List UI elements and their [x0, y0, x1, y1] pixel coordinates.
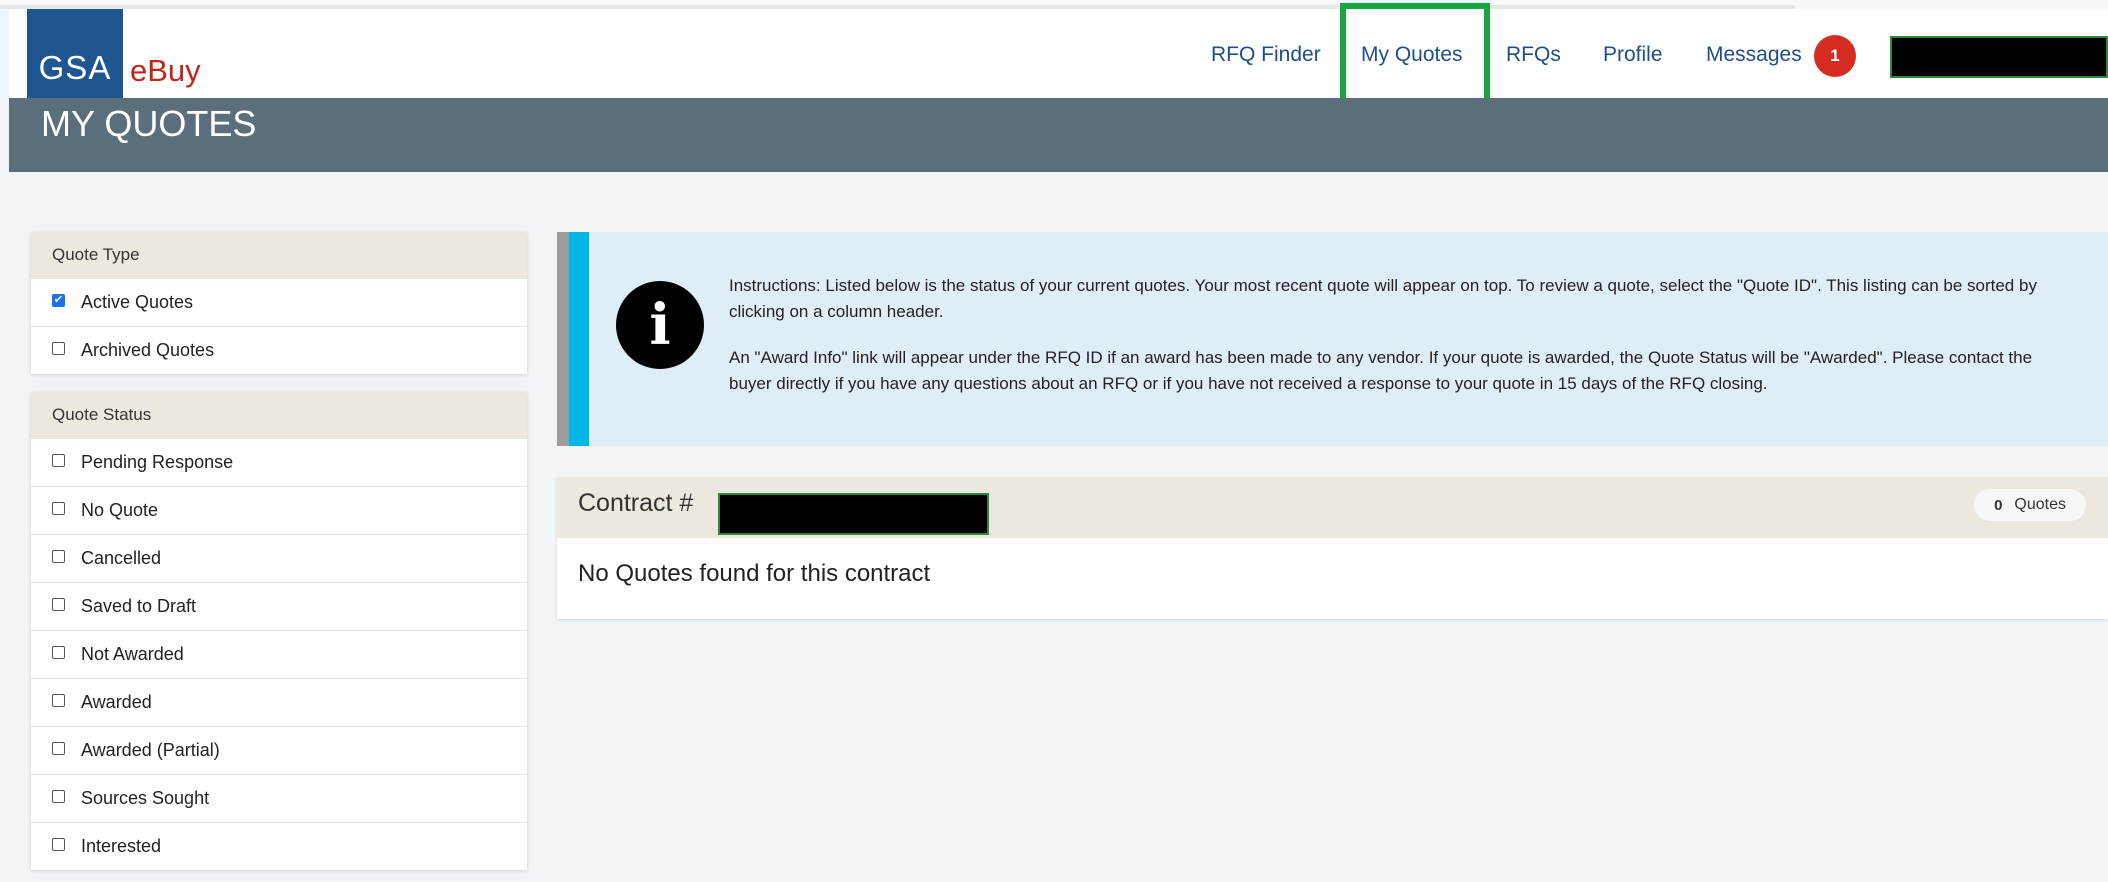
status-interested[interactable]: Interested — [31, 822, 527, 870]
nav-profile[interactable]: Profile — [1603, 43, 1663, 67]
checkbox-saved-to-draft[interactable] — [52, 598, 65, 611]
instructions-paragraph-2: An "Award Info" link will appear under t… — [729, 348, 2033, 393]
checkbox-label: Not Awarded — [81, 644, 184, 664]
status-awarded[interactable]: Awarded — [31, 678, 527, 726]
page-title-bar: MY QUOTES — [9, 98, 2108, 172]
nav-messages[interactable]: Messages — [1706, 43, 1802, 67]
quote-count: 0 — [1994, 496, 2003, 514]
contract-card: Contract # 0 Quotes No Quotes found for … — [557, 477, 2108, 619]
alert-accent — [569, 232, 589, 446]
status-awarded-partial[interactable]: Awarded (Partial) — [31, 726, 527, 774]
contract-label: Contract # — [578, 489, 694, 517]
checkbox-label: No Quote — [81, 500, 159, 520]
checkbox-label: Pending Response — [81, 452, 234, 472]
status-no-quote[interactable]: No Quote — [31, 486, 527, 534]
checkbox-no-quote[interactable] — [52, 502, 65, 515]
contract-number-redacted — [718, 493, 989, 535]
user-menu-redacted[interactable] — [1890, 36, 2108, 78]
checkbox-awarded-partial[interactable] — [52, 742, 65, 755]
contract-header: Contract # 0 Quotes — [557, 477, 2108, 538]
checkbox-label: Sources Sought — [81, 788, 210, 808]
quote-type-archived[interactable]: Archived Quotes — [31, 326, 527, 374]
checkbox-interested[interactable] — [52, 838, 65, 851]
checkbox-awarded[interactable] — [52, 694, 65, 707]
quote-count-badge: 0 Quotes — [1974, 489, 2086, 521]
instructions-alert: i Instructions: Listed below is the stat… — [557, 232, 2108, 446]
active-nav-highlight — [1340, 3, 1490, 110]
checkbox-label: Cancelled — [81, 548, 162, 568]
page-title: MY QUOTES — [41, 103, 257, 144]
quote-type-panel: Quote Type Active Quotes Archived Quotes — [31, 232, 527, 374]
checkbox-pending-response[interactable] — [52, 454, 65, 467]
quote-count-label: Quotes — [2014, 496, 2066, 513]
site-header: GSA eBuy RFQ Finder My Quotes RFQs Profi… — [9, 3, 2108, 110]
gsa-logo[interactable]: GSA — [27, 9, 123, 98]
quote-status-panel: Quote Status Pending Response No Quote C… — [31, 392, 527, 870]
nav-rfq-finder[interactable]: RFQ Finder — [1211, 43, 1321, 67]
checkbox-label: Awarded — [81, 692, 152, 712]
top-strip — [0, 0, 2108, 9]
contract-title: Contract # — [578, 489, 989, 535]
checkbox-active-quotes[interactable] — [52, 294, 65, 307]
checkbox-label: Saved to Draft — [81, 596, 197, 616]
status-cancelled[interactable]: Cancelled — [31, 534, 527, 582]
quote-type-active[interactable]: Active Quotes — [31, 278, 527, 326]
instructions-paragraph-1: Instructions: Listed below is the status… — [729, 276, 2037, 321]
checkbox-archived-quotes[interactable] — [52, 342, 65, 355]
checkbox-label: Active Quotes — [81, 292, 194, 312]
instructions-text: Instructions: Listed below is the status… — [729, 273, 2069, 417]
checkbox-not-awarded[interactable] — [52, 646, 65, 659]
nav-rfqs[interactable]: RFQs — [1506, 43, 1561, 67]
alert-border — [557, 232, 569, 446]
app-name[interactable]: eBuy — [130, 53, 201, 89]
checkbox-label: Interested — [81, 836, 162, 856]
checkbox-sources-sought[interactable] — [52, 790, 65, 803]
empty-state-message: No Quotes found for this contract — [578, 560, 931, 587]
quote-type-heading: Quote Type — [31, 232, 527, 278]
quote-status-heading: Quote Status — [31, 392, 527, 438]
info-icon: i — [616, 281, 704, 369]
checkbox-cancelled[interactable] — [52, 550, 65, 563]
status-pending-response[interactable]: Pending Response — [31, 438, 527, 486]
checkbox-label: Awarded (Partial) — [81, 740, 220, 760]
status-not-awarded[interactable]: Not Awarded — [31, 630, 527, 678]
status-saved-to-draft[interactable]: Saved to Draft — [31, 582, 527, 630]
gsa-logo-text: GSA — [38, 49, 112, 86]
status-sources-sought[interactable]: Sources Sought — [31, 774, 527, 822]
checkbox-label: Archived Quotes — [81, 340, 215, 360]
messages-count-badge[interactable]: 1 — [1814, 35, 1856, 77]
